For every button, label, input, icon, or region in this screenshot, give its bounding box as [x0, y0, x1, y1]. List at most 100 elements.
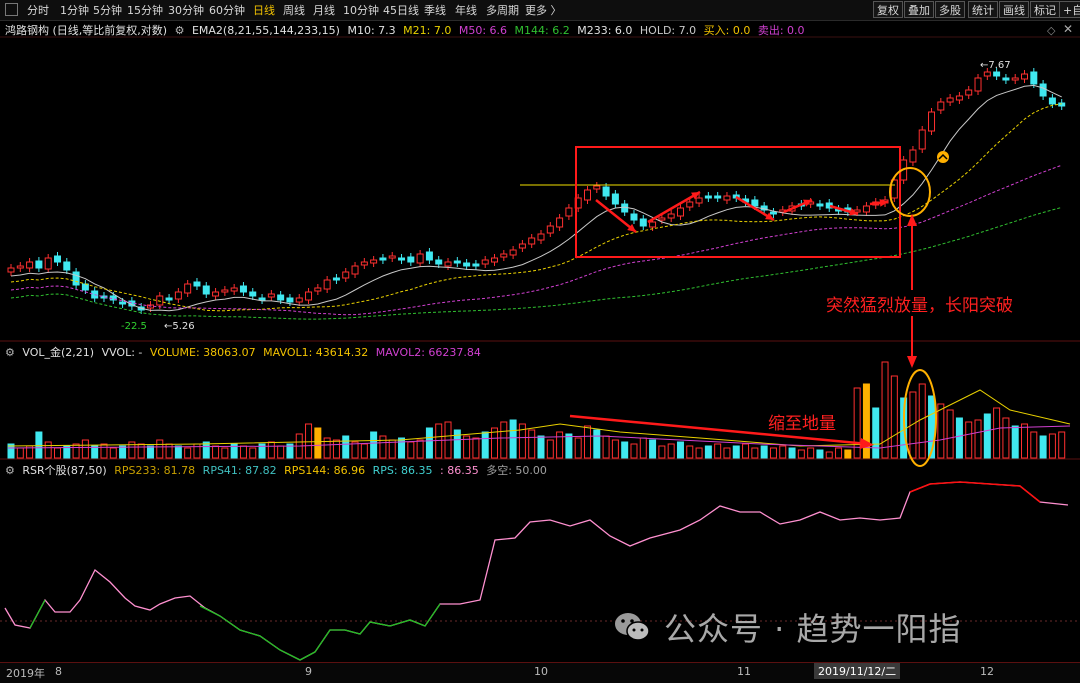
volume-bar: [342, 435, 350, 459]
settings-icon[interactable]: ⚙: [5, 464, 15, 477]
candle-body: [332, 277, 340, 281]
candle-body: [388, 255, 396, 259]
candle-body: [1030, 71, 1038, 85]
volume-bar: [965, 421, 973, 459]
volume-bar: [509, 419, 517, 459]
candle-body: [425, 251, 433, 261]
candle-body: [212, 291, 220, 297]
volume-bar: [137, 443, 145, 459]
volume-bar: [556, 431, 564, 459]
volume-bar: [500, 421, 508, 459]
axis-month-11: 11: [737, 665, 751, 678]
candle-body: [658, 217, 666, 221]
volume-bar: [825, 451, 833, 459]
wechat-icon: [612, 606, 652, 646]
kline-chart[interactable]: [0, 0, 1080, 682]
candle-body: [1048, 97, 1056, 105]
candle-body: [556, 217, 564, 228]
cursor-date-label: 2019/11/12/二: [814, 663, 901, 679]
candle-body: [435, 259, 443, 265]
volume-bar: [1058, 431, 1066, 459]
candle-body: [518, 243, 526, 249]
volume-bar: [277, 445, 285, 459]
settings-icon[interactable]: ⚙: [5, 346, 15, 359]
candle-body: [509, 249, 517, 256]
volume-bar: [35, 431, 43, 459]
candle-body: [174, 291, 182, 300]
candle-body: [342, 271, 350, 279]
candle-body: [955, 95, 963, 101]
candle-body: [360, 261, 368, 266]
candle-body: [1002, 77, 1010, 81]
volume-bar: [239, 445, 247, 459]
axis-month-8: 8: [55, 665, 62, 678]
candle-body: [909, 149, 917, 163]
candle-body: [72, 271, 80, 286]
candle-body: [500, 253, 508, 258]
candle-body: [472, 263, 480, 267]
volume-bar: [267, 441, 275, 459]
volume-legend: ⚙ VOL_金(2,21) VVOL: - VOLUME: 38063.07 M…: [5, 344, 485, 360]
candle-body: [193, 281, 201, 287]
rsr-line-weak: [29, 599, 441, 661]
candle-body: [704, 195, 712, 199]
volume-bar: [658, 445, 666, 459]
rps41-value: RPS41: 87.82: [202, 464, 277, 477]
volume-bar: [370, 431, 378, 459]
volume-bar: [1030, 431, 1038, 459]
candle-body: [602, 186, 610, 197]
volume-bar: [723, 447, 731, 459]
volume-bar: [305, 423, 313, 459]
candle-body: [1039, 83, 1047, 97]
axis-year: 2019年: [6, 667, 45, 680]
candle-body: [583, 189, 591, 201]
candle-body: [416, 253, 424, 264]
candle-body: [537, 233, 545, 241]
volume-bar: [946, 409, 954, 459]
volume-bar: [704, 445, 712, 459]
volume-bar: [621, 441, 629, 459]
vvol-value: VVOL: -: [101, 346, 143, 359]
rsr-line-strong: [909, 481, 1041, 503]
volume-bar: [351, 441, 359, 459]
volume-value: VOLUME: 38063.07: [149, 346, 256, 359]
volume-bar: [193, 443, 201, 459]
candle-body: [714, 195, 722, 199]
volume-bar: [649, 439, 657, 459]
volume-bar: [937, 403, 945, 459]
rps-value: RPS: 86.35: [372, 464, 433, 477]
volume-bar: [249, 447, 257, 459]
volume-bar: [425, 427, 433, 459]
candle-body: [295, 297, 303, 303]
candle-body: [546, 225, 554, 234]
candle-body: [370, 259, 378, 264]
candle-body: [862, 205, 870, 213]
volume-bar: [1021, 423, 1029, 459]
volume-bar: [574, 437, 582, 459]
candle-body: [769, 211, 777, 215]
candle-body: [323, 279, 331, 290]
volume-bar: [100, 443, 108, 459]
volume-bar: [565, 433, 573, 459]
rps144-value: RPS144: 86.96: [284, 464, 366, 477]
candle-body: [230, 287, 238, 292]
rsr-legend: ⚙ RSR个股(87,50) RPS233: 81.78 RPS41: 87.8…: [5, 462, 551, 478]
volume-bar: [1011, 425, 1019, 459]
vol-indicator-name[interactable]: VOL_金(2,21): [22, 346, 94, 359]
watermark-text: 公众号 · 趋势一阳指: [664, 610, 962, 648]
volume-bar: [955, 417, 963, 459]
candle-body: [165, 297, 173, 301]
candle-body: [119, 301, 127, 305]
candle-body: [918, 129, 926, 150]
candle-body: [686, 201, 694, 208]
rsr-indicator-name[interactable]: RSR个股(87,50): [22, 464, 106, 477]
axis-month-12: 12: [980, 665, 994, 678]
candle-body: [723, 195, 731, 201]
mavol1-value: MAVOL1: 43614.32: [263, 346, 369, 359]
volume-bar: [472, 437, 480, 459]
volume-bar: [807, 447, 815, 459]
volume-bar: [53, 447, 61, 459]
volume-bar: [109, 447, 117, 459]
volume-bar: [528, 429, 536, 459]
volume-bar: [835, 447, 843, 459]
